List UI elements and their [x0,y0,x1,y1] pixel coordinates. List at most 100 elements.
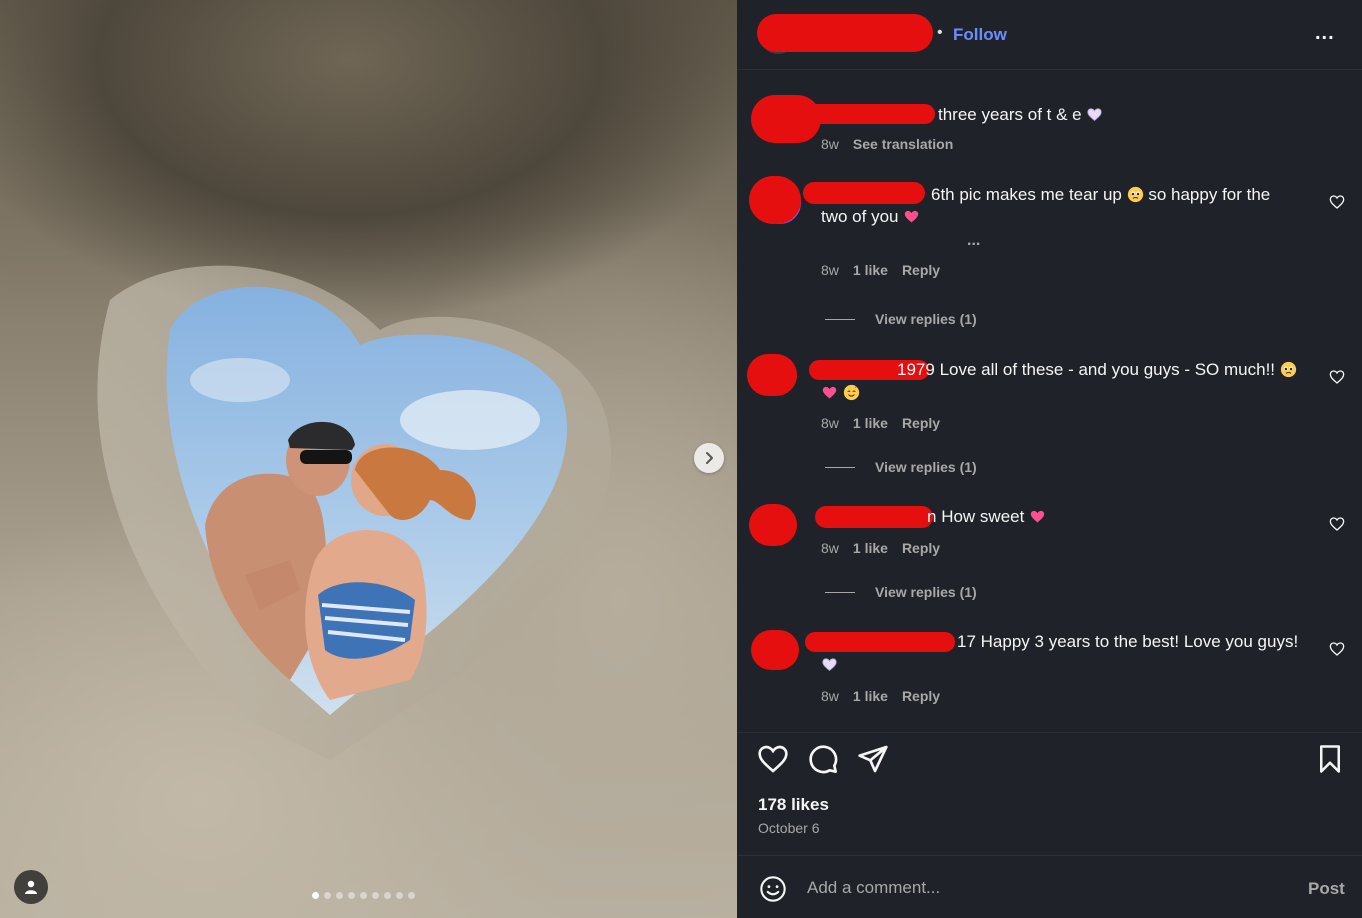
comment-time: 8w [821,540,839,556]
comment-text: 6th pic makes me tear up so happy for th… [931,184,1270,206]
replies-divider [825,591,855,593]
carousel-dot [384,892,391,899]
carousel-dot [396,892,403,899]
add-comment-bar: Post [737,855,1362,918]
comment-body: How sweet [941,507,1025,526]
comment-meta: 8w 1 like Reply [821,262,940,278]
view-replies-label[interactable]: View replies (1) [875,584,977,600]
comment-icon[interactable] [807,743,839,775]
comment-time: 8w [821,688,839,704]
action-bar [737,732,1362,822]
caption-meta: 8w See translation [821,136,953,152]
comment-text: 17 Happy 3 years to the best! Love you g… [957,631,1298,653]
caption-time: 8w [821,136,839,152]
comment-body-cont: so happy for the [1148,185,1271,204]
caption-text: three years of t & e [938,104,1103,126]
carousel-dot-active [312,892,319,899]
view-replies-label[interactable]: View replies (1) [875,311,977,327]
redacted-avatar [749,176,801,224]
white-heart-emoji [822,658,837,672]
comment-likes[interactable]: 1 like [853,688,888,704]
post-photo[interactable] [0,0,737,918]
username-fragment: 1979 [897,360,935,379]
reply-button[interactable]: Reply [902,688,940,704]
see-translation-link[interactable]: See translation [853,136,953,152]
comment-emoji-line [821,382,860,404]
chevron-right-icon [706,452,713,464]
pleading-face-emoji [1280,361,1296,378]
comment-body: Love all of these - and you guys - SO mu… [939,360,1276,379]
carousel-dot [372,892,379,899]
redacted-avatar [747,354,797,396]
comment-time: 8w [821,415,839,431]
view-replies-button[interactable]: View replies (1) [825,459,977,475]
carousel-indicator [312,892,415,899]
pleading-face-emoji [1127,186,1143,203]
comment-likes[interactable]: 1 like [853,415,888,431]
redacted-username[interactable] [807,104,935,124]
comment-likes[interactable]: 1 like [853,262,888,278]
comment-text: 1979 Love all of these - and you guys - … [897,359,1297,381]
carousel-dot [348,892,355,899]
reply-button[interactable]: Reply [902,415,940,431]
heart-icon[interactable] [1329,516,1345,532]
comment-meta: 8w 1 like Reply [821,688,940,704]
reply-button[interactable]: Reply [902,540,940,556]
likes-count[interactable]: 178 likes [758,795,829,815]
view-replies-button[interactable]: View replies (1) [825,584,977,600]
username-fragment: 17 [957,632,976,651]
redacted-username[interactable] [757,14,933,52]
comment-more-button[interactable]: ... [967,232,980,250]
carousel-dot [324,892,331,899]
pink-heart-emoji [1030,510,1045,523]
comment-body-line2: two of you [821,207,899,226]
user-tag-button[interactable] [14,870,48,904]
comment-text: n How sweet [927,506,1046,528]
replies-divider [825,318,855,320]
redacted-username[interactable] [803,182,925,204]
caption-body: three years of t & e [938,105,1082,124]
comment-likes[interactable]: 1 like [853,540,888,556]
follow-button[interactable]: Follow [953,25,1007,45]
user-tag-icon [25,880,37,894]
carousel-dot [360,892,367,899]
redacted-avatar [751,630,799,670]
share-icon[interactable] [857,743,889,775]
comment-input[interactable] [807,874,1287,902]
bookmark-icon[interactable] [1315,743,1345,775]
next-slide-button[interactable] [694,443,724,473]
post-button[interactable]: Post [1308,879,1345,899]
post-date: October 6 [758,820,820,836]
redacted-avatar [749,504,797,546]
username-fragment: n [927,507,937,526]
carousel-dot [336,892,343,899]
redacted-username[interactable] [815,506,933,528]
pink-heart-emoji [822,386,837,399]
photo-scene [97,265,612,760]
heart-icon[interactable] [1329,369,1345,385]
post-header: • Follow ... [737,0,1362,70]
replies-divider [825,466,855,468]
view-replies-button[interactable]: View replies (1) [825,311,977,327]
comment-time: 8w [821,262,839,278]
pink-heart-emoji [905,210,919,223]
comment-emoji-line [821,654,838,676]
heart-icon[interactable] [1329,194,1345,210]
carousel-dot [408,892,415,899]
comment-meta: 8w 1 like Reply [821,415,940,431]
comment-body: 6th pic makes me tear up [931,185,1122,204]
comment-body: Happy 3 years to the best! Love you guys… [980,632,1299,651]
white-heart-emoji [1087,108,1102,122]
comment-text-line2: two of you [821,206,920,228]
view-replies-label[interactable]: View replies (1) [875,459,977,475]
smiling-hearts-emoji [843,384,859,401]
comment-meta: 8w 1 like Reply [821,540,940,556]
emoji-icon[interactable] [759,875,787,903]
redacted-username[interactable] [805,632,955,652]
header-separator: • [937,24,943,41]
reply-button[interactable]: Reply [902,262,940,278]
heart-icon[interactable] [1329,641,1345,657]
heart-icon[interactable] [757,743,789,775]
post-panel: • Follow ... three years of t & e 8w See… [737,0,1362,918]
more-options-button[interactable]: ... [1315,22,1335,45]
